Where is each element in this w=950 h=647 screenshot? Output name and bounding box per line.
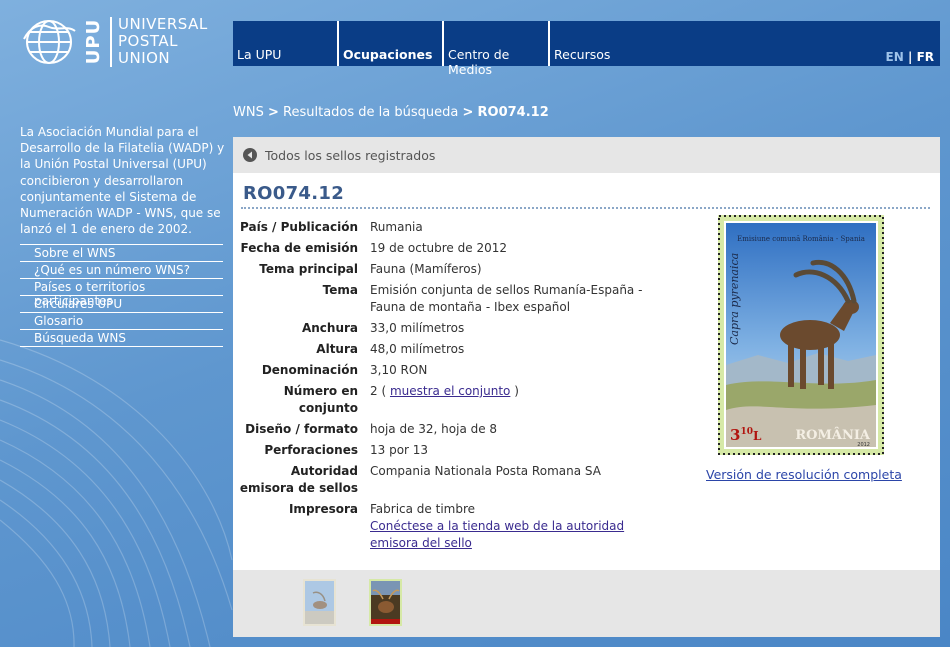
logo-word: UNION — [118, 49, 171, 67]
detail-key: Anchura — [301, 321, 358, 335]
breadcrumb-separator: > — [462, 105, 474, 120]
detail-row-impresora: Impresora Fabrica de timbre Conéctese a … — [239, 501, 669, 556]
detail-value: 2 ( muestra el conjunto ) — [370, 383, 669, 421]
detail-value: 3,10 RON — [370, 363, 428, 377]
breadcrumb-root-link[interactable]: WNS — [233, 105, 264, 120]
stamp-species: Capra pyrenaica — [728, 253, 741, 345]
logo-word: POSTAL — [118, 32, 178, 50]
stamp-country: ROMÂNIA — [795, 427, 871, 443]
sidebar-item-glosario[interactable]: Glosario — [20, 312, 223, 329]
detail-value: Emisión conjunta de sellos Rumanía-Españ… — [370, 283, 643, 314]
title-divider — [241, 207, 930, 209]
show-set-link[interactable]: muestra el conjunto — [390, 384, 510, 398]
detail-row-diseno: Diseño / formato hoja de 32, hoja de 8 — [239, 421, 669, 442]
detail-key: Fecha de emisión — [240, 241, 359, 255]
detail-key: Tema — [322, 283, 358, 297]
numero-suffix: ) — [514, 384, 519, 398]
language-switcher: EN | FR — [886, 50, 934, 64]
detail-row-autoridad: Autoridad emisora de sellos Compania Nat… — [239, 463, 669, 501]
sidebar-intro-text: La Asociación Mundial para el Desarrollo… — [20, 125, 225, 237]
sidebar-menu: Sobre el WNS ¿Qué es un número WNS? País… — [20, 244, 223, 347]
breadcrumb-results-link[interactable]: Resultados de la búsqueda — [283, 105, 458, 120]
upu-logo[interactable]: UPU UNIVERSAL POSTAL UNION — [20, 16, 208, 67]
nav-item-recursos[interactable]: Recursos — [550, 21, 642, 66]
stamp-value-main: 3 — [730, 426, 740, 444]
detail-value: Fauna (Mamíferos) — [370, 262, 482, 276]
logo-word: UNIVERSAL — [118, 15, 208, 33]
nav-item-ocupaciones[interactable]: Ocupaciones — [339, 21, 444, 66]
detail-value: hoja de 32, hoja de 8 — [370, 422, 498, 436]
stamp-image[interactable]: Emisiune comună România - Spania Capra p… — [718, 215, 884, 455]
detail-key: Autoridad emisora de sellos — [239, 464, 358, 495]
sidebar-item-circulares[interactable]: Circulares UPU — [20, 295, 223, 312]
detail-key: Impresora — [288, 502, 358, 516]
lang-fr-link[interactable]: FR — [917, 50, 934, 64]
detail-row-altura: Altura 48,0 milímetros — [239, 341, 669, 362]
detail-row-anchura: Anchura 33,0 milímetros — [239, 320, 669, 341]
detail-key: Denominación — [261, 363, 358, 377]
back-arrow-icon — [243, 148, 257, 162]
globe-horn-emblem-icon — [23, 19, 76, 64]
stamp-year: 2012 — [857, 442, 870, 448]
breadcrumb-current: RO074.12 — [477, 105, 549, 120]
lang-separator: | — [907, 50, 913, 64]
detail-row-pais: País / Publicación Rumania — [239, 219, 669, 240]
set-thumbnails-strip — [233, 570, 940, 637]
nav-item-la-upu[interactable]: La UPU — [233, 21, 339, 66]
detail-value: 13 por 13 — [370, 443, 429, 457]
sidebar-item-que-es-wns[interactable]: ¿Qué es un número WNS? — [20, 261, 223, 278]
detail-value: Compania Nationala Posta Romana SA — [370, 464, 601, 478]
numero-prefix: 2 ( — [370, 384, 387, 398]
stamp-value-sup: 10 — [740, 427, 753, 437]
detail-row-perforaciones: Perforaciones 13 por 13 — [239, 442, 669, 463]
detail-key: Altura — [316, 342, 358, 356]
stamp-detail-panel: Todos los sellos registrados RO074.12 Pa… — [233, 137, 940, 637]
detail-key: Tema principal — [259, 262, 358, 276]
stamp-value-unit: L — [753, 429, 762, 443]
logo-divider — [110, 16, 112, 67]
detail-value: 48,0 milímetros — [370, 342, 465, 356]
logo-wordmark: UNIVERSAL POSTAL UNION — [118, 16, 208, 67]
thumbnail-stamp-second[interactable] — [369, 579, 402, 626]
full-resolution-link[interactable]: Versión de resolución completa — [706, 467, 902, 482]
detail-value: Fabrica de timbre Conéctese a la tienda … — [370, 501, 669, 556]
thumbnail-stamp-ibex[interactable] — [303, 579, 336, 626]
back-label: Todos los sellos registrados — [265, 147, 436, 163]
lang-en-link[interactable]: EN — [886, 50, 904, 64]
main-navigation: La UPU Ocupaciones Centro de Medios Recu… — [233, 21, 940, 77]
stamp-header: Emisiune comună România - Spania — [737, 235, 865, 243]
nav-item-centro-de-medios[interactable]: Centro de Medios — [444, 21, 550, 77]
detail-value: 33,0 milímetros — [370, 321, 465, 335]
logo-abbr: UPU — [83, 18, 105, 64]
sidebar-item-sobre-wns[interactable]: Sobre el WNS — [20, 244, 223, 261]
detail-key: País / Publicación — [240, 220, 358, 234]
detail-key: Perforaciones — [264, 443, 358, 457]
detail-row-denominacion: Denominación 3,10 RON — [239, 362, 669, 383]
page-title: RO074.12 — [243, 183, 345, 204]
breadcrumb: WNS > Resultados de la búsqueda > RO074.… — [233, 105, 549, 120]
breadcrumb-separator: > — [267, 105, 279, 120]
detail-row-numero: Número en conjunto 2 ( muestra el conjun… — [239, 383, 669, 421]
detail-row-fecha: Fecha de emisión 19 de octubre de 2012 — [239, 240, 669, 261]
issuer-shop-link[interactable]: Conéctese a la tienda web de la autorida… — [370, 519, 624, 550]
detail-row-tema-principal: Tema principal Fauna (Mamíferos) — [239, 261, 669, 282]
stamp-details-table: País / Publicación Rumania Fecha de emis… — [239, 219, 669, 556]
detail-value: Rumania — [370, 220, 423, 234]
back-to-all-stamps[interactable]: Todos los sellos registrados — [233, 137, 940, 173]
detail-key: Diseño / formato — [245, 422, 358, 436]
sidebar-item-busqueda[interactable]: Búsqueda WNS — [20, 329, 223, 347]
sidebar-item-paises[interactable]: Países o territorios participantes — [20, 278, 223, 308]
detail-row-tema: Tema Emisión conjunta de sellos Rumanía-… — [239, 282, 669, 320]
detail-value: 19 de octubre de 2012 — [370, 241, 507, 255]
detail-key: Número en conjunto — [283, 384, 358, 415]
printer-value: Fabrica de timbre — [370, 502, 476, 516]
